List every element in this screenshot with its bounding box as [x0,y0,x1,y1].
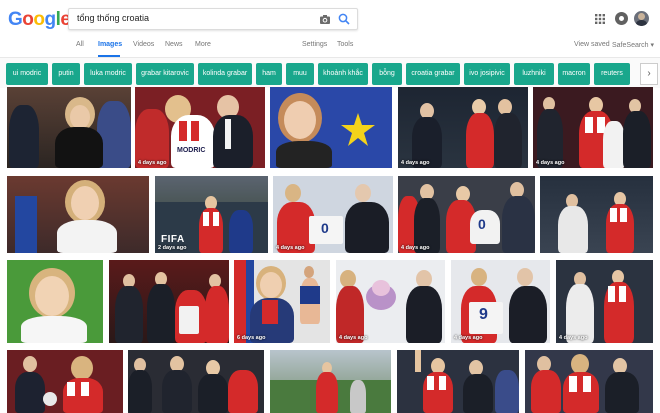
image-age: 4 days ago [536,160,565,166]
image-result[interactable]: 4 days ago [556,260,653,343]
chip[interactable]: croatia grabar [406,63,460,85]
image-result[interactable] [540,176,653,253]
tab-settings[interactable]: Settings [302,41,327,48]
tab-more[interactable]: More [195,41,211,48]
chip[interactable]: bỗng [372,63,402,85]
chip[interactable]: reuters [594,63,630,85]
image-age: 4 days ago [454,335,483,341]
camera-icon[interactable] [319,14,331,25]
chip[interactable]: khoảnh khắc [318,63,368,85]
header: Google tổng thống croatia All Images Vid… [0,0,660,58]
image-result[interactable]: MODRIC 4 days ago [135,87,265,168]
search-icon[interactable] [338,13,350,25]
star-icon [341,113,375,146]
logo-letter: o [33,9,45,30]
image-age: 4 days ago [401,245,430,251]
image-result[interactable]: 4 days ago [533,87,653,168]
avatar[interactable] [634,11,649,26]
chip[interactable]: luka modric [84,63,132,85]
image-result[interactable] [397,350,519,413]
apps-grid-icon[interactable] [595,14,605,24]
safesearch-dropdown[interactable]: SafeSearch ▾ [612,41,654,49]
image-age: 4 days ago [276,245,305,251]
chip[interactable]: ui modric [6,63,48,85]
tab-tools[interactable]: Tools [337,41,353,48]
jersey-number: 0 [478,216,486,232]
image-result[interactable] [525,350,653,413]
image-result[interactable]: 9 4 days ago [451,260,550,343]
image-age: 4 days ago [559,335,588,341]
related-searches-bar: ui modric putin luka modric grabar kitar… [0,58,660,88]
image-result[interactable] [7,350,123,413]
chip[interactable]: ham [256,63,282,85]
chip[interactable]: ivo josipivic [464,63,510,85]
jersey-number: 9 [479,306,488,323]
image-age: 4 days ago [401,160,430,166]
image-result[interactable] [7,260,103,343]
tab-news[interactable]: News [165,41,183,48]
google-logo[interactable]: Google [8,9,71,31]
notifications-icon[interactable] [615,12,628,25]
tab-all[interactable]: All [76,41,84,48]
image-result[interactable]: 4 days ago [398,87,528,168]
image-result[interactable] [270,350,391,413]
fifa-text: FIFA [161,234,185,245]
chip[interactable]: putin [52,63,80,85]
chip[interactable]: luzhniki [514,63,554,85]
image-result[interactable] [128,350,264,413]
image-result[interactable] [270,87,392,168]
tab-videos[interactable]: Videos [133,41,154,48]
image-result[interactable] [7,87,131,168]
chip[interactable]: macron [558,63,590,85]
chips-next-button[interactable]: › [640,63,658,85]
tab-images[interactable]: Images [98,41,122,48]
image-result[interactable] [109,260,229,343]
search-input[interactable]: tổng thống croatia [68,8,358,30]
chip[interactable]: kolinda grabar [198,63,252,85]
image-result[interactable] [7,176,149,253]
image-age: 4 days ago [339,335,368,341]
image-age: 4 days ago [138,160,167,166]
chip[interactable]: muu [286,63,314,85]
image-result[interactable]: 4 days ago [336,260,445,343]
image-results-grid: MODRIC 4 days ago 4 days ago 4 days ago [0,87,660,413]
search-tabs: All Images Videos News More Settings Too… [0,38,660,58]
image-result[interactable]: 0 4 days ago [398,176,535,253]
logo-letter: o [22,9,34,30]
logo-letter: G [8,9,23,30]
image-result[interactable]: FIFA 2 days ago [155,176,268,253]
logo-letter: g [44,9,57,30]
image-result[interactable]: 0 4 days ago [273,176,393,253]
jersey-text: MODRIC [177,147,206,154]
image-age: 2 days ago [158,245,187,251]
chip[interactable]: grabar kitarovic [136,63,194,85]
jersey-number: 0 [321,220,329,236]
search-query: tổng thống croatia [77,13,150,23]
image-age: 6 days ago [237,335,266,341]
view-saved-link[interactable]: View saved [574,41,610,48]
image-result[interactable]: 6 days ago [234,260,330,343]
